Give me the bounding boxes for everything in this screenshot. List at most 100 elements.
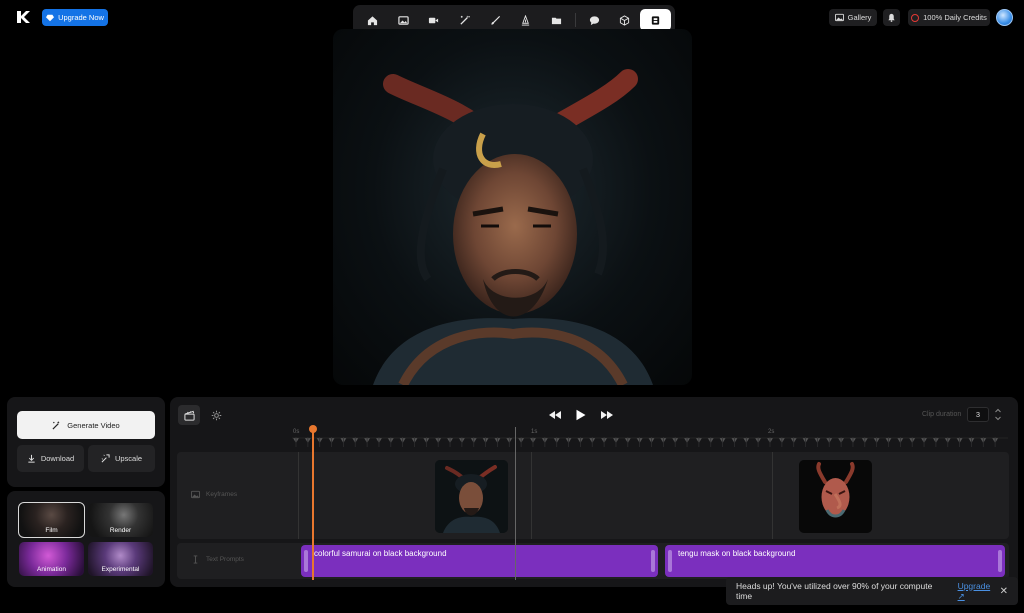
home-icon <box>367 15 377 25</box>
upscale-button[interactable]: Upscale <box>88 445 155 472</box>
tool-timeline-editor[interactable] <box>640 9 672 31</box>
style-label: Experimental <box>101 566 140 573</box>
keyframe-thumbnail-samurai[interactable] <box>435 460 508 533</box>
video-preview <box>333 29 692 385</box>
clip-duration-input[interactable]: 3 <box>967 407 989 422</box>
stepper-arrows-icon <box>995 408 1001 421</box>
keyframe-image-icon <box>191 490 200 499</box>
toast-message: Heads up! You've utilized over 90% of yo… <box>736 581 933 601</box>
gallery-label: Gallery <box>847 13 872 22</box>
style-film[interactable]: Film <box>18 502 85 538</box>
style-label: Animation <box>37 566 66 573</box>
rewind-icon[interactable] <box>548 409 562 421</box>
text-prompts-track[interactable]: Text Prompts colorful samurai on black b… <box>177 543 1009 579</box>
frame-guide-line <box>531 452 532 539</box>
timeline-panel: Clip duration 3 0s 1s 2s Keyframes Text … <box>170 397 1018 587</box>
generate-video-button[interactable]: Generate Video <box>17 411 155 439</box>
folder-icon <box>551 17 562 24</box>
image-icon <box>397 15 409 25</box>
hover-cursor-line <box>515 427 516 580</box>
playhead-handle[interactable] <box>309 425 317 433</box>
tool-home[interactable] <box>357 9 388 31</box>
notifications-button[interactable] <box>883 9 900 26</box>
style-animation[interactable]: Animation <box>19 542 84 576</box>
samurai-thumbnail-image <box>435 460 508 533</box>
brush-icon <box>491 15 500 25</box>
tengu-mask-thumbnail-image <box>799 460 872 533</box>
tool-brush[interactable] <box>480 9 511 31</box>
play-icon[interactable] <box>574 409 588 421</box>
tool-video[interactable] <box>418 9 449 31</box>
clapperboard-button[interactable] <box>178 405 200 425</box>
prompt-text: colorful samurai on black background <box>314 549 447 558</box>
video-icon <box>429 17 439 23</box>
track-divider <box>298 452 299 539</box>
pen-nib-icon <box>522 14 530 26</box>
chat-bubble-icon <box>589 15 599 25</box>
tool-image[interactable] <box>388 9 419 31</box>
download-icon <box>28 454 35 463</box>
generate-video-label: Generate Video <box>67 420 120 430</box>
keyframes-track-label: Keyframes <box>191 490 237 499</box>
download-button[interactable]: Download <box>17 445 84 472</box>
playhead[interactable] <box>312 427 314 580</box>
toolbar-divider <box>574 13 576 27</box>
style-label: Film <box>45 527 58 534</box>
tool-chat[interactable] <box>579 9 610 31</box>
style-selector: Film Render Animation Experimental <box>7 491 165 587</box>
compute-warning-toast: Heads up! You've utilized over 90% of yo… <box>726 577 1018 605</box>
clapperboard-icon <box>183 410 195 421</box>
bell-icon <box>888 13 895 22</box>
upgrade-now-label: Upgrade Now <box>58 13 104 22</box>
upscale-icon <box>101 454 110 463</box>
clip-handle-right[interactable] <box>998 550 1002 572</box>
gallery-icon <box>834 13 844 22</box>
frame-guide-line <box>772 452 773 539</box>
tool-pen[interactable] <box>511 9 542 31</box>
transport-controls <box>548 406 614 424</box>
tool-folder[interactable] <box>541 9 572 31</box>
fast-forward-icon[interactable] <box>600 409 614 421</box>
keyframes-label: Keyframes <box>206 491 238 498</box>
style-experimental[interactable]: Experimental <box>88 542 153 576</box>
clip-handle-right[interactable] <box>651 550 655 572</box>
credits-ring-icon <box>911 13 920 22</box>
cube-icon <box>620 14 630 26</box>
daily-credits-badge[interactable]: 100% Daily Credits <box>908 9 990 26</box>
timeline-settings-button[interactable] <box>206 405 226 425</box>
toast-upgrade-link[interactable]: Upgrade ↗ <box>958 581 1000 602</box>
app-logo-icon[interactable] <box>15 9 31 25</box>
keyframes-track[interactable]: Keyframes <box>177 452 1009 539</box>
style-render[interactable]: Render <box>88 503 153 537</box>
close-icon[interactable]: ✕ <box>1000 586 1008 597</box>
upscale-label: Upscale <box>114 454 143 463</box>
style-label: Render <box>109 527 132 534</box>
prompt-text: tengu mask on black background <box>678 549 796 558</box>
download-label: Download <box>40 454 75 463</box>
timeline-ruler[interactable] <box>292 427 1008 449</box>
clip-handle-left[interactable] <box>304 550 308 572</box>
tool-enhance[interactable] <box>449 9 480 31</box>
magic-wand-icon <box>52 420 60 430</box>
samurai-portrait-image <box>373 69 653 385</box>
text-cursor-icon <box>193 555 198 564</box>
prompt-clip-tengu[interactable]: tengu mask on black background <box>665 545 1005 577</box>
text-prompts-label: Text Prompts <box>206 556 244 563</box>
diamond-icon <box>46 14 55 21</box>
clip-duration-label: Clip duration <box>922 411 962 418</box>
gear-icon <box>211 410 221 420</box>
clip-duration-stepper[interactable] <box>994 407 1002 422</box>
prompt-clip-samurai[interactable]: colorful samurai on black background <box>301 545 658 577</box>
clip-handle-left[interactable] <box>668 550 672 572</box>
credits-label: 100% Daily Credits <box>923 13 987 22</box>
user-avatar[interactable] <box>996 9 1013 26</box>
tool-3d[interactable] <box>610 9 641 31</box>
frame-ticks <box>292 437 1008 447</box>
magic-wand-icon <box>460 15 470 25</box>
keyframe-thumbnail-tengu[interactable] <box>799 460 872 533</box>
upgrade-now-button[interactable]: Upgrade Now <box>42 9 108 26</box>
actions-panel: Generate Video Download Upscale <box>7 397 165 487</box>
gallery-button[interactable]: Gallery <box>829 9 877 26</box>
text-prompts-track-label: Text Prompts <box>191 555 244 564</box>
timeline-editor-icon <box>651 15 660 25</box>
